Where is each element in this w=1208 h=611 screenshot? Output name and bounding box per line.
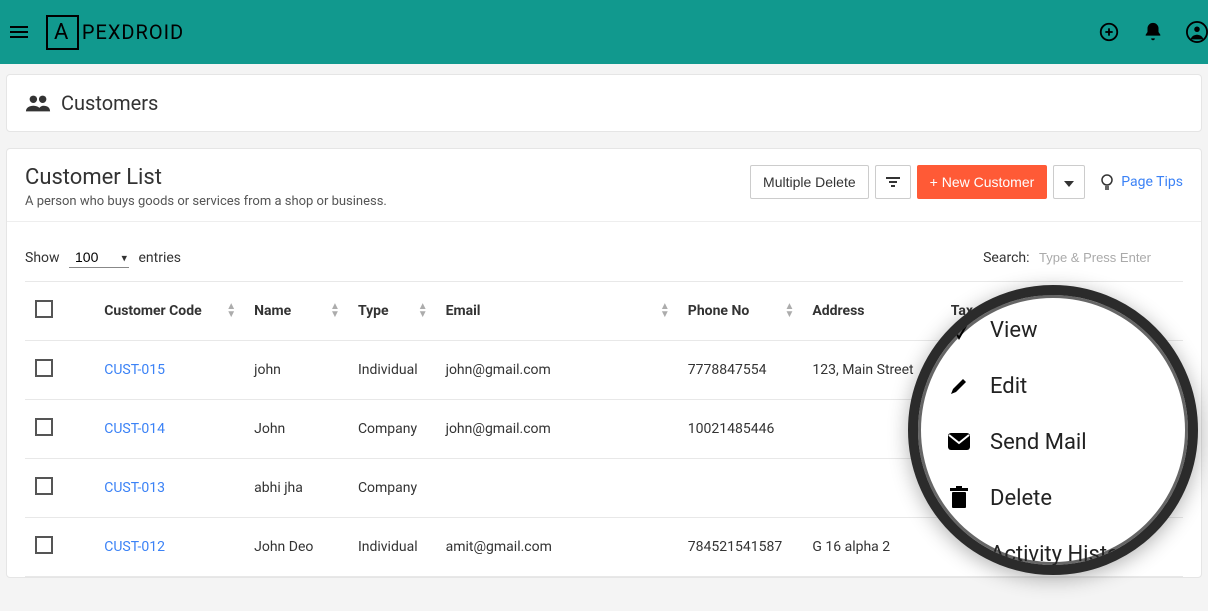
cell-name: abhi jha xyxy=(244,459,348,518)
entries-label: entries xyxy=(139,250,182,266)
show-label: Show xyxy=(25,250,60,266)
bulb-icon xyxy=(1099,174,1115,190)
header-name[interactable]: Name▲▼ xyxy=(244,282,348,341)
sort-icon: ▲▼ xyxy=(330,303,340,319)
cell-address: 123, Main Street xyxy=(802,341,940,400)
new-customer-button[interactable]: + New Customer xyxy=(917,165,1048,199)
row-checkbox[interactable] xyxy=(35,536,53,554)
cell-tax: F0000 xyxy=(941,341,1056,400)
header-type[interactable]: Type▲▼ xyxy=(348,282,436,341)
select-all-checkbox[interactable] xyxy=(35,300,53,318)
table-row: CUST-013 abhi jha Company xyxy=(25,459,1183,518)
cell-email: john@gmail.com xyxy=(436,341,678,400)
cell-tax xyxy=(941,459,1056,518)
page-tips-link[interactable]: Page Tips xyxy=(1099,174,1183,190)
header-email[interactable]: Email▲▼ xyxy=(436,282,678,341)
table-row: CUST-014 John Company john@gmail.com 100… xyxy=(25,400,1183,459)
customer-code-link[interactable]: CUST-014 xyxy=(104,421,165,437)
table-controls: Show 100 entries Search: xyxy=(7,222,1201,281)
cell-tax: j1240 xyxy=(941,400,1056,459)
multiple-delete-button[interactable]: Multiple Delete xyxy=(750,165,869,199)
page-header-card: Customers xyxy=(6,74,1202,132)
cell-email: amit@gmail.com xyxy=(436,518,678,577)
cell-address xyxy=(802,400,940,459)
customer-code-link[interactable]: CUST-013 xyxy=(104,480,165,496)
entries-selector: Show 100 entries xyxy=(25,247,181,268)
cell-type: Company xyxy=(348,400,436,459)
hamburger-menu-icon[interactable] xyxy=(10,26,28,38)
cell-type: Individual xyxy=(348,341,436,400)
cell-type: Individual xyxy=(348,518,436,577)
cell-date xyxy=(1056,459,1183,518)
customer-code-link[interactable]: CUST-015 xyxy=(104,362,165,378)
list-header: Customer List A person who buys goods or… xyxy=(7,149,1201,222)
brand-initial: A xyxy=(54,20,69,45)
cell-name: John Deo xyxy=(244,518,348,577)
search-box: Search: xyxy=(983,246,1183,269)
row-checkbox[interactable] xyxy=(35,477,53,495)
header-address[interactable]: Address xyxy=(802,282,940,341)
caret-down-icon xyxy=(1064,181,1074,187)
table-row: CUST-012 John Deo Individual amit@gmail.… xyxy=(25,518,1183,577)
cell-address xyxy=(802,459,940,518)
cell-type: Company xyxy=(348,459,436,518)
cell-email: john@gmail.com xyxy=(436,400,678,459)
cell-phone xyxy=(678,459,803,518)
header-actions: Multiple Delete + New Customer Page Tips xyxy=(750,165,1183,199)
sort-icon: ▲▼ xyxy=(660,303,670,319)
search-input[interactable] xyxy=(1033,246,1183,269)
header-date[interactable] xyxy=(1056,282,1183,341)
sort-icon: ▲▼ xyxy=(226,303,236,319)
cell-phone: 10021485446 xyxy=(678,400,803,459)
top-navbar: A PEXDROID xyxy=(0,0,1208,64)
cell-address: G 16 alpha 2 xyxy=(802,518,940,577)
add-circle-icon[interactable] xyxy=(1098,21,1120,43)
topbar-actions xyxy=(1098,0,1208,64)
content-card: Customer List A person who buys goods or… xyxy=(6,148,1202,578)
page-title: Customers xyxy=(61,91,158,115)
search-label: Search: xyxy=(983,250,1029,266)
header-checkbox-col xyxy=(25,282,94,341)
cell-name: john xyxy=(244,341,348,400)
sort-icon: ▲▼ xyxy=(784,303,794,319)
list-subtitle: A person who buys goods or services from… xyxy=(25,194,387,209)
customer-table: Customer Code▲▼ Name▲▼ Type▲▼ Email▲▼ Ph… xyxy=(25,281,1183,577)
dropdown-caret-button[interactable] xyxy=(1053,165,1085,199)
row-checkbox[interactable] xyxy=(35,359,53,377)
bell-icon[interactable] xyxy=(1142,21,1164,43)
profile-icon[interactable] xyxy=(1186,21,1208,43)
row-checkbox[interactable] xyxy=(35,418,53,436)
filter-button[interactable] xyxy=(875,165,911,199)
header-phone[interactable]: Phone No▲▼ xyxy=(678,282,803,341)
header-code[interactable]: Customer Code▲▼ xyxy=(94,282,244,341)
customer-code-link[interactable]: CUST-012 xyxy=(104,539,165,555)
list-title: Customer List xyxy=(25,165,387,190)
cell-date: -11-2 xyxy=(1056,400,1183,459)
people-icon xyxy=(25,93,51,113)
cell-name: John xyxy=(244,400,348,459)
table-row: CUST-015 john Individual john@gmail.com … xyxy=(25,341,1183,400)
brand-logo: A xyxy=(46,15,79,50)
cell-date: 20 xyxy=(1056,518,1183,577)
cell-phone: 7778847554 xyxy=(678,341,803,400)
cell-email xyxy=(436,459,678,518)
cell-date: -11-3 xyxy=(1056,341,1183,400)
sort-icon: ▲▼ xyxy=(418,303,428,319)
entries-select[interactable]: 100 xyxy=(69,247,129,268)
brand-text: PEXDROID xyxy=(82,20,184,44)
cell-phone: 784521541587 xyxy=(678,518,803,577)
cell-tax xyxy=(941,518,1056,577)
page-tips-label: Page Tips xyxy=(1121,174,1183,190)
filter-icon xyxy=(886,177,900,187)
header-tax[interactable]: Tax Code xyxy=(941,282,1056,341)
